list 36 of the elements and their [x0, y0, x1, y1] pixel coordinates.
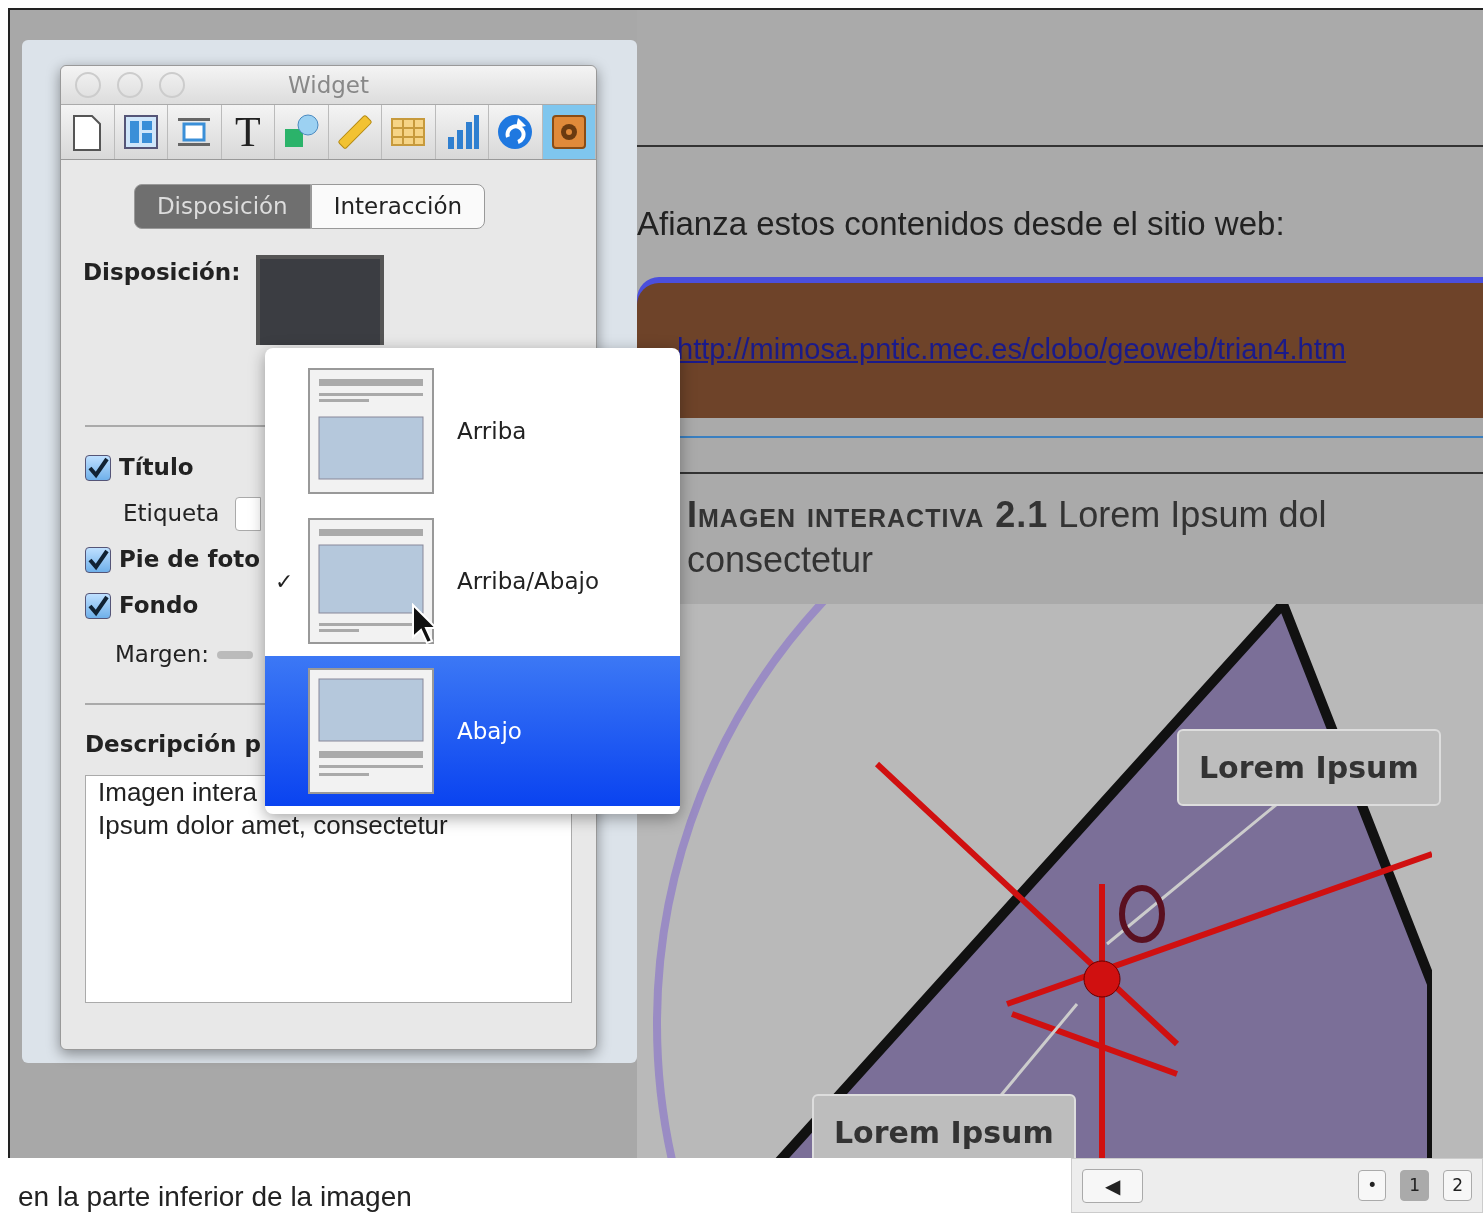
layout-preview-icon — [307, 667, 435, 795]
callout-label: Lorem Ipsum — [812, 1093, 1076, 1158]
mouse-pointer-icon — [411, 603, 437, 645]
menu-item[interactable]: Abajo — [265, 656, 680, 806]
menu-item[interactable]: Arriba — [265, 356, 680, 506]
checkbox-label: Título — [119, 453, 194, 483]
gear-icon — [549, 113, 588, 151]
tab[interactable]: Interacción — [310, 184, 486, 229]
callout-label: Lorem Ipsum — [1177, 728, 1441, 806]
page-button[interactable]: 1 — [1400, 1170, 1430, 1201]
tab[interactable]: Disposición — [133, 184, 311, 229]
field-label: Disposición: — [83, 257, 241, 287]
checkbox[interactable] — [85, 592, 111, 619]
slider-rail — [217, 650, 254, 659]
menu-item[interactable]: ✓ Arriba/Abajo — [265, 506, 680, 656]
checkmark: ✓ — [275, 568, 294, 594]
paragraph: Afianza estos contenidos desde el sitio web: — [637, 204, 1286, 244]
checkbox[interactable] — [85, 454, 111, 481]
field-label: Margen: — [115, 640, 210, 670]
toolbar-button[interactable] — [542, 105, 596, 159]
back-button[interactable]: ◀ — [1082, 1168, 1144, 1203]
page-dot-button[interactable]: • — [1358, 1170, 1387, 1201]
checkbox-label: Fondo — [119, 591, 199, 621]
section-label: Descripción p — [85, 729, 261, 759]
figure-caption: Imagen interactiva 2.1 Lorem Ipsum dol consectetur — [686, 492, 1328, 582]
text-toolbar-button[interactable]: T — [221, 105, 275, 159]
page-button[interactable]: 2 — [1443, 1170, 1472, 1201]
checkbox-label: Pie de foto — [119, 545, 261, 575]
layout-preview-icon — [307, 517, 435, 645]
layout-preview-icon — [307, 367, 435, 495]
window-title: Widget — [288, 70, 369, 100]
columns-icon — [121, 113, 160, 151]
checkbox[interactable] — [85, 546, 111, 573]
field-label: Etiqueta — [123, 499, 220, 529]
paragraph: en la parte inferior de la imagen — [17, 1180, 412, 1214]
input-field[interactable] — [235, 496, 262, 531]
